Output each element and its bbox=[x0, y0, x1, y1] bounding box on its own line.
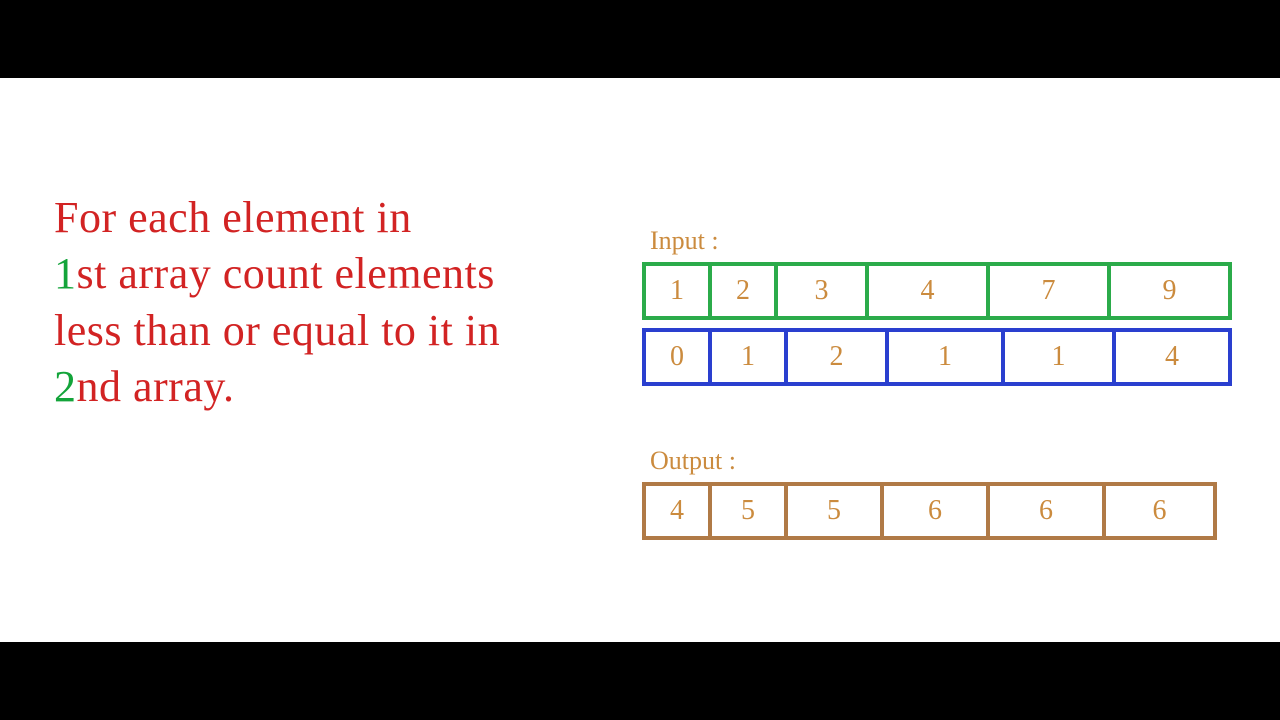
array-cell: 3 bbox=[774, 262, 869, 320]
array-cell: 4 bbox=[1112, 328, 1232, 386]
ord1-digit: 1 bbox=[54, 249, 77, 298]
desc-line-1: For each element in bbox=[54, 193, 412, 242]
array-cell: 5 bbox=[784, 482, 884, 540]
array-cell: 6 bbox=[1102, 482, 1217, 540]
array-cell: 4 bbox=[865, 262, 990, 320]
array-cell: 6 bbox=[880, 482, 990, 540]
array-cell: 1 bbox=[642, 262, 712, 320]
array-cell: 6 bbox=[986, 482, 1106, 540]
array-cell: 1 bbox=[708, 328, 788, 386]
array-cell: 4 bbox=[642, 482, 712, 540]
output-label: Output : bbox=[650, 446, 1262, 476]
array-cell: 2 bbox=[784, 328, 889, 386]
arrays-panel: Input : 1 2 3 4 7 9 0 1 2 1 1 4 Output :… bbox=[642, 226, 1262, 548]
diagram-canvas: For each element in 1st array count elem… bbox=[0, 78, 1280, 642]
description-text: For each element in 1st array count elem… bbox=[54, 190, 620, 415]
desc-line-4: array. bbox=[122, 362, 235, 411]
array-cell: 2 bbox=[708, 262, 778, 320]
array-second: 0 1 2 1 1 4 bbox=[642, 328, 1262, 386]
array-cell: 9 bbox=[1107, 262, 1232, 320]
array-cell: 7 bbox=[986, 262, 1111, 320]
array-cell: 1 bbox=[1001, 328, 1116, 386]
array-cell: 5 bbox=[708, 482, 788, 540]
desc-line-3: less than or equal to it in bbox=[54, 306, 500, 355]
desc-line-2: array count elements bbox=[107, 249, 495, 298]
ord2-suffix: nd bbox=[77, 362, 122, 411]
ord2-digit: 2 bbox=[54, 362, 77, 411]
array-first: 1 2 3 4 7 9 bbox=[642, 262, 1262, 320]
array-output: 4 5 5 6 6 6 bbox=[642, 482, 1262, 540]
array-cell: 0 bbox=[642, 328, 712, 386]
ord1-suffix: st bbox=[77, 249, 107, 298]
input-label: Input : bbox=[650, 226, 1262, 256]
array-cell: 1 bbox=[885, 328, 1005, 386]
